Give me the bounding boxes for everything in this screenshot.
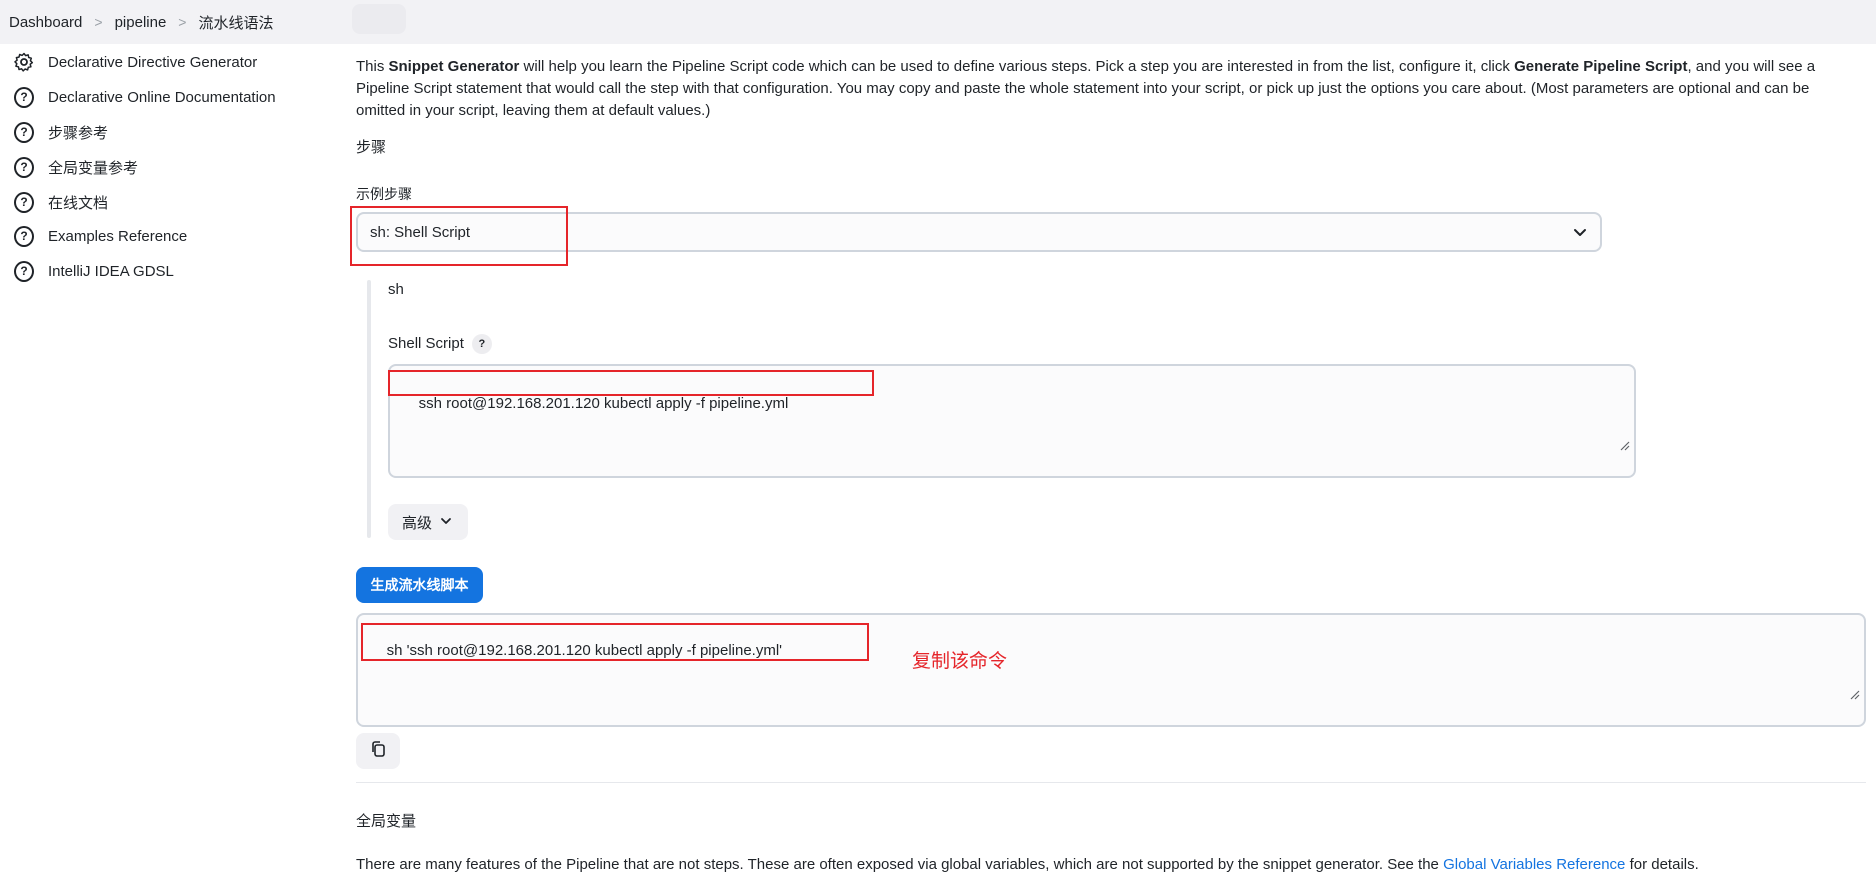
generated-script-value: sh 'ssh root@192.168.201.120 kubectl app… [386, 642, 783, 659]
steps-section-label: 步骤 [356, 139, 387, 156]
intro-bold-generate-script: Generate Pipeline Script [1514, 58, 1688, 75]
copy-command-annotation: 复制该命令 [912, 651, 1008, 672]
sidebar-item-label: 全局变量参考 [48, 159, 139, 177]
copy-button[interactable] [356, 733, 400, 769]
resize-handle-icon[interactable] [1595, 421, 1630, 472]
advanced-button[interactable]: 高级 [388, 504, 468, 540]
intro-part: This [356, 58, 389, 75]
gear-icon [14, 52, 34, 72]
help-circle-icon: ? [14, 121, 34, 143]
chevron-down-icon [440, 514, 452, 531]
sidebar-item-label: IntelliJ IDEA GDSL [48, 262, 174, 280]
help-circle-icon: ? [14, 86, 34, 108]
step-config-guide-line [367, 280, 371, 538]
sample-step-select[interactable]: sh: Shell Script [356, 212, 1602, 252]
breadcrumb-pipeline-syntax[interactable]: 流水线语法 [198, 12, 273, 33]
intro-text: This Snippet Generator will help you lea… [356, 56, 1856, 122]
help-button[interactable]: ? [471, 334, 492, 354]
breadcrumb-separator: > [94, 14, 103, 30]
breadcrumb-dashboard[interactable]: Dashboard [9, 14, 82, 31]
sidebar-item-online-documentation[interactable]: ? Declarative Online Documentation [14, 82, 276, 112]
select-value: sh: Shell Script [370, 223, 471, 241]
copy-icon [369, 740, 387, 762]
resize-handle-icon[interactable] [1825, 670, 1860, 721]
divider [356, 782, 1866, 783]
shell-script-textarea[interactable]: ssh root@192.168.201.120 kubectl apply -… [388, 364, 1636, 478]
intro-bold-snippet-generator: Snippet Generator [388, 58, 520, 75]
generate-pipeline-script-button[interactable]: 生成流水线脚本 [356, 567, 483, 603]
sidebar-item-examples-reference[interactable]: ? Examples Reference [14, 221, 187, 251]
breadcrumb: Dashboard > pipeline > 流水线语法 [0, 0, 1876, 44]
sidebar-item-directive-generator[interactable]: Declarative Directive Generator [14, 47, 257, 77]
global-variables-heading: 全局变量 [356, 813, 417, 830]
sidebar-item-label: 在线文档 [48, 194, 109, 212]
help-circle-icon: ? [14, 225, 34, 247]
intro-part: will help you learn the Pipeline Script … [519, 58, 1515, 75]
sidebar-item-label: Declarative Directive Generator [48, 53, 258, 71]
sample-step-label: 示例步骤 [356, 186, 412, 202]
help-circle-icon: ? [14, 191, 34, 213]
chevron-down-icon [1572, 224, 1588, 244]
sidebar-item-label: Declarative Online Documentation [48, 88, 276, 106]
breadcrumb-pipeline[interactable]: pipeline [115, 14, 167, 31]
sidebar-item-intellij-gdsl[interactable]: ? IntelliJ IDEA GDSL [14, 256, 174, 286]
step-name: sh [388, 281, 404, 298]
breadcrumb-separator: > [178, 14, 187, 30]
sidebar-item-online-docs[interactable]: ? 在线文档 [14, 187, 108, 217]
shell-script-value: ssh root@192.168.201.120 kubectl apply -… [418, 395, 789, 412]
header-placeholder-button[interactable] [352, 4, 406, 34]
generated-script-textarea[interactable]: sh 'ssh root@192.168.201.120 kubectl app… [356, 613, 1866, 727]
sidebar-item-label: Examples Reference [48, 227, 188, 245]
sidebar-item-global-variables-reference[interactable]: ? 全局变量参考 [14, 152, 138, 182]
sidebar-item-steps-reference[interactable]: ? 步骤参考 [14, 117, 108, 147]
advanced-label: 高级 [402, 514, 433, 532]
help-circle-icon: ? [14, 260, 34, 282]
shell-script-label-text: Shell Script [388, 334, 464, 352]
sidebar-item-label: 步骤参考 [48, 124, 109, 142]
shell-script-label: Shell Script? [388, 334, 492, 354]
help-circle-icon: ? [14, 156, 34, 178]
